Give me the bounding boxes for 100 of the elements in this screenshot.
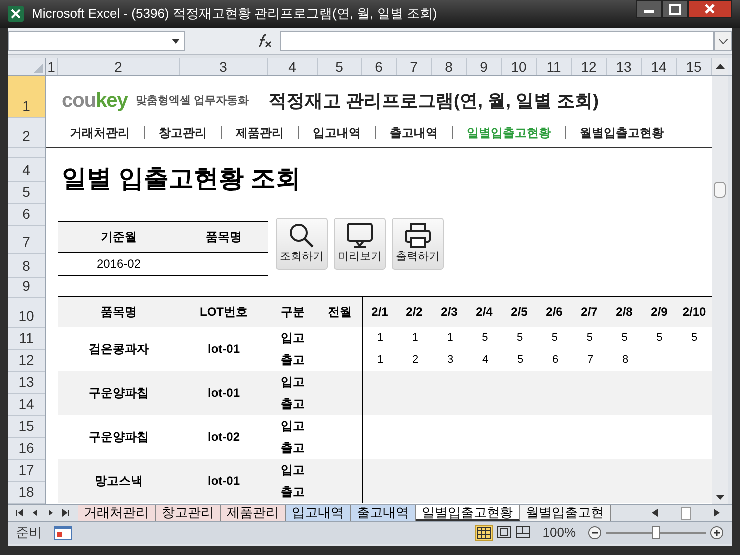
month-field[interactable]: 2016-02 — [58, 255, 180, 273]
row-header[interactable]: 2 — [8, 118, 45, 148]
column-header[interactable]: 11 — [537, 58, 572, 75]
table-cell-text: 5 — [550, 331, 560, 346]
column-heading: 2/3 — [440, 304, 459, 321]
table-cell-text: 5 — [516, 331, 524, 346]
row-header[interactable]: 14 — [8, 394, 45, 416]
column-header[interactable]: 9 — [467, 58, 502, 75]
function-button[interactable] — [256, 34, 272, 48]
scroll-thumb[interactable] — [714, 182, 726, 198]
toolbar-button[interactable]: 출력하기 — [392, 218, 444, 270]
normal-view-button[interactable] — [474, 525, 493, 541]
nav-link[interactable]: 제품관리 — [236, 124, 284, 142]
column-header[interactable]: 12 — [572, 58, 607, 75]
close-button[interactable] — [688, 0, 732, 18]
column-header[interactable]: 8 — [432, 58, 467, 75]
table-cell-text: 3 — [446, 353, 455, 368]
table-cell-text: 출고 — [281, 440, 305, 457]
row-header[interactable]: 8 — [8, 254, 45, 278]
column-heading: 구분 — [280, 304, 306, 321]
column-header[interactable]: 13 — [607, 58, 642, 75]
table-cell-text: 입고 — [281, 330, 305, 347]
row-header[interactable]: 5 — [8, 182, 45, 204]
column-header[interactable]: 6 — [362, 58, 397, 75]
page-layout-button[interactable] — [496, 525, 512, 541]
column-header[interactable]: 5 — [318, 58, 362, 75]
table-cell-text: 출고 — [281, 484, 305, 501]
maximize-button[interactable] — [662, 0, 688, 18]
table-cell-text: 출고 — [281, 352, 305, 369]
sheet-tab[interactable]: 월별입출고현 — [520, 505, 611, 521]
toolbar-button[interactable]: 미리보기 — [334, 218, 386, 270]
expand-button[interactable] — [714, 31, 732, 51]
grid-icon — [476, 527, 491, 539]
page-icon — [496, 526, 511, 538]
column-header[interactable]: 1 — [46, 58, 58, 75]
split-page-icon — [516, 526, 530, 538]
row-header[interactable]: 11 — [8, 328, 45, 350]
table-cell-text: lot-01 — [208, 385, 240, 402]
row-header[interactable]: 17 — [8, 460, 45, 482]
field-label: 기준월 — [100, 229, 138, 246]
close-icon — [705, 4, 715, 14]
nav-link[interactable]: 월별입출고현황 — [580, 124, 664, 142]
row-header[interactable]: 7 — [8, 226, 45, 254]
next-sheet-icon — [46, 509, 55, 517]
table-cell-text: 1 — [376, 331, 385, 346]
column-heading: 품목명 — [100, 304, 138, 321]
table-cell-text: 7 — [586, 353, 595, 368]
previous-sheet-icon — [31, 509, 40, 517]
zoom-level: 100% — [542, 524, 576, 542]
sheet-tab[interactable]: 일별입출고현황 — [416, 505, 520, 521]
sheet-tab[interactable]: 입고내역 — [286, 505, 351, 521]
zoom-slider[interactable] — [606, 526, 706, 540]
tagline: 맞춤형엑셀 업무자동화 — [136, 94, 249, 109]
nav-link[interactable]: 입고내역 — [313, 124, 361, 142]
sheet-tab[interactable]: 창고관리 — [156, 505, 221, 521]
table-cell-text: 5 — [656, 331, 664, 346]
table-cell-text: 1 — [411, 331, 420, 346]
row-header[interactable]: 12 — [8, 350, 45, 372]
row-header[interactable]: 4 — [8, 158, 45, 182]
column-header[interactable]: 7 — [397, 58, 432, 75]
vertical-scrollbar[interactable] — [712, 76, 728, 504]
function-icon — [256, 34, 272, 48]
row-header[interactable]: 15 — [8, 416, 45, 438]
table-cell-text: 검은콩과자 — [89, 341, 149, 358]
nav-link[interactable]: 출고내역 — [390, 124, 438, 142]
nav-link[interactable]: 거래처관리 — [70, 124, 130, 142]
monitor-icon — [346, 222, 374, 250]
table-cell-text: 구운양파칩 — [89, 385, 149, 402]
sheet-tab[interactable]: 출고내역 — [351, 505, 416, 521]
formula-input[interactable] — [280, 31, 714, 51]
table-cell-text: 출고 — [281, 396, 305, 413]
row-header[interactable]: 16 — [8, 438, 45, 460]
table-cell-text: 망고스낵 — [95, 473, 143, 490]
macro-record-icon — [54, 526, 72, 540]
page-break-button[interactable] — [514, 525, 531, 541]
row-header[interactable]: 9 — [8, 278, 45, 298]
table-cell-text: 5 — [620, 331, 629, 346]
row-header[interactable]: 13 — [8, 372, 45, 394]
toolbar-button[interactable]: 조회하기 — [276, 218, 328, 270]
printer-icon — [404, 222, 432, 250]
column-header[interactable]: 2 — [58, 58, 180, 75]
row-header[interactable]: 10 — [8, 298, 45, 328]
nav-link[interactable]: 창고관리 — [159, 124, 207, 142]
zoom-out-icon — [588, 526, 602, 540]
table-cell-text: lot-01 — [208, 341, 240, 358]
column-header[interactable]: 3 — [180, 58, 268, 75]
column-header[interactable]: 4 — [268, 58, 318, 75]
row-header[interactable]: 6 — [8, 204, 45, 226]
scroll-thumb[interactable] — [680, 506, 691, 520]
excel-icon — [8, 6, 24, 22]
row-header[interactable]: 1 — [8, 76, 45, 118]
sheet-tab[interactable]: 제품관리 — [221, 505, 286, 521]
scroll-right-icon — [714, 509, 720, 517]
column-header[interactable]: 14 — [642, 58, 677, 75]
table-cell-text: 구운양파칩 — [89, 429, 149, 446]
column-header[interactable]: 10 — [502, 58, 537, 75]
slider-thumb[interactable] — [652, 526, 660, 539]
first-sheet-icon — [16, 509, 24, 517]
minimize-button[interactable] — [636, 0, 662, 18]
sheet-tab[interactable]: 거래처관리 — [78, 505, 156, 521]
